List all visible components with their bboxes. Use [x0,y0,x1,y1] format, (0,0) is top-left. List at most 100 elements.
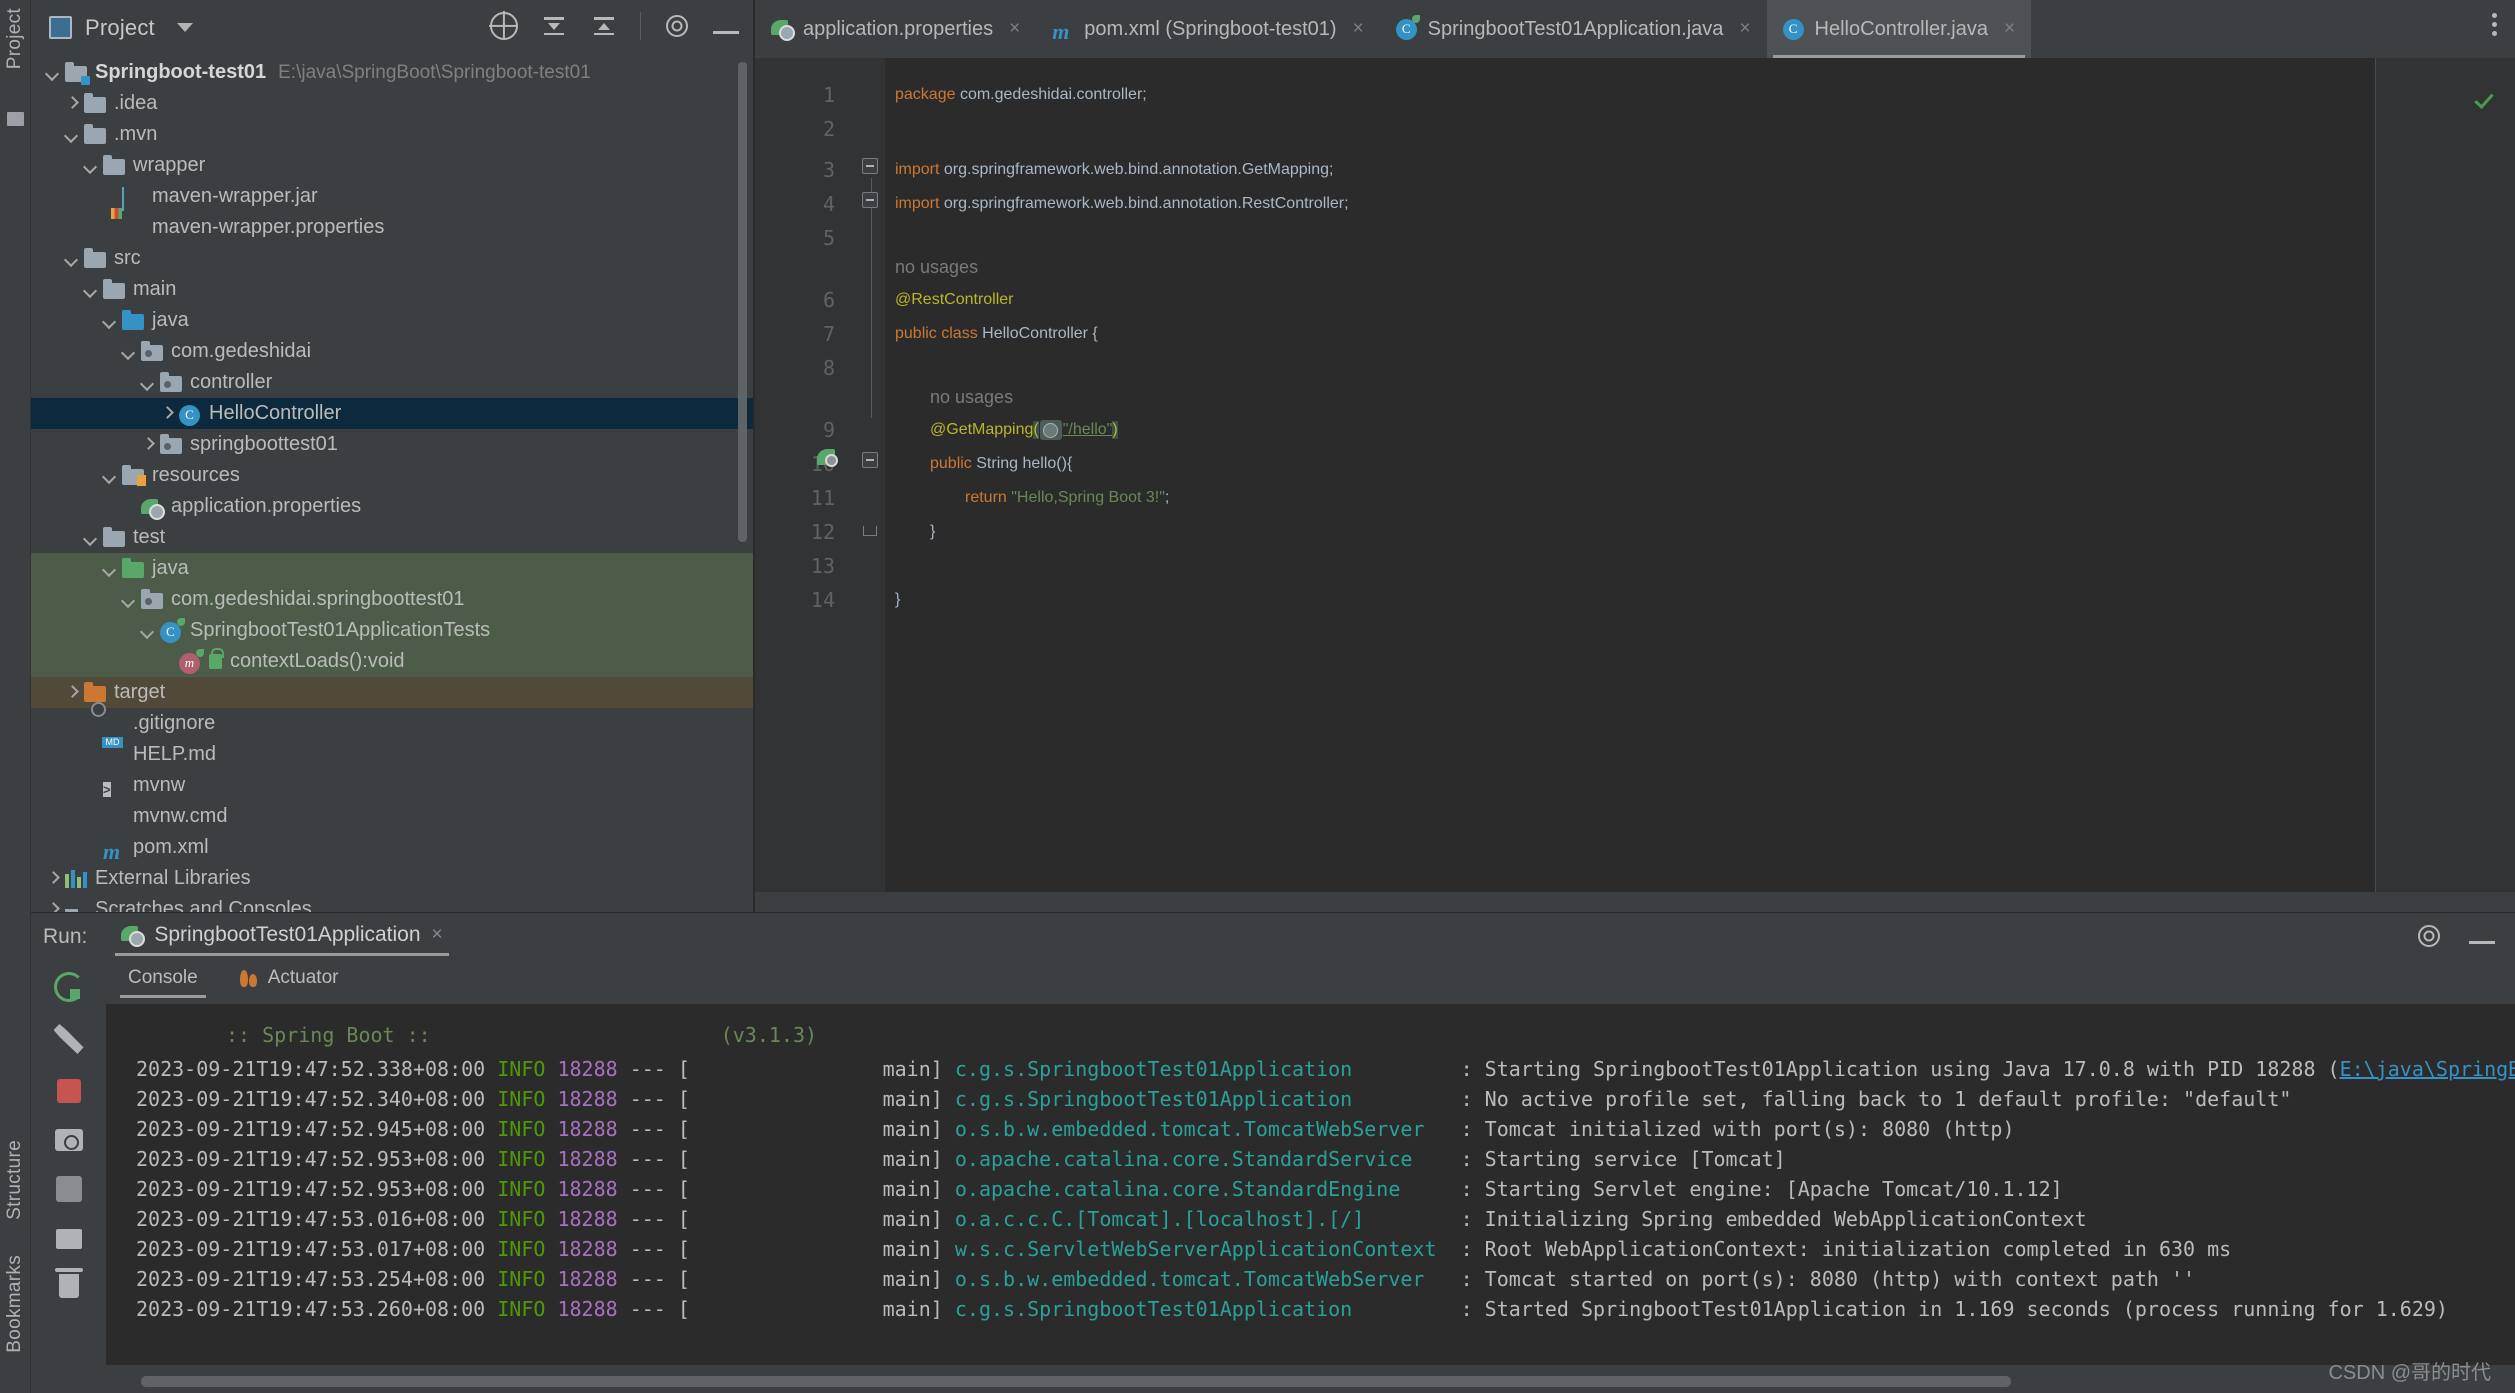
camera-icon[interactable] [54,1129,83,1151]
code-editor[interactable]: 1 2 3 4 5 6 7 8 9 10 11 12 13 14 package… [755,58,2515,892]
chevron-down-icon[interactable] [64,251,80,267]
tree-node-java[interactable]: java [31,305,753,336]
editor-tab-pom-xml-springboot-test01-[interactable]: m pom.xml (Springboot-test01) × [1036,0,1379,58]
chevron-right-icon[interactable] [159,406,175,422]
chevron-right-icon[interactable] [64,96,80,112]
tree-node-mvnw-cmd[interactable]: mvnw.cmd [31,801,753,832]
project-rail-icon[interactable] [7,112,24,126]
tree-node-external-libraries[interactable]: External Libraries [31,863,753,894]
log-link[interactable]: E:\java\SpringBoot\Sp [2340,1057,2515,1081]
tree-node--gitignore[interactable]: .gitignore [31,708,753,739]
tree-node-hellocontroller[interactable]: C HelloController [31,398,753,429]
tree-node-application-properties[interactable]: application.properties [31,491,753,522]
console-log-line: 2023-09-21T19:47:53.016+08:00 INFO 18288… [136,1207,2087,1231]
fold-marker-icon[interactable] [862,158,878,174]
chevron-down-icon[interactable] [83,158,99,174]
gear-icon[interactable] [666,15,688,37]
chevron-down-icon[interactable] [64,127,80,143]
tree-node-target[interactable]: target [31,677,753,708]
rail-bookmarks-label[interactable]: Bookmarks [4,1255,26,1353]
web-endpoint-icon[interactable] [1039,420,1062,440]
tree-node-help-md[interactable]: HELP.md [31,739,753,770]
editor-options-icon[interactable] [2492,13,2497,36]
close-icon[interactable]: × [432,924,443,946]
tree-node--idea[interactable]: .idea [31,88,753,119]
log-message: : Root WebApplicationContext: initializa… [1460,1237,2232,1261]
chevron-right-icon[interactable] [64,685,80,701]
chevron-down-icon[interactable] [140,375,156,391]
tree-node-controller[interactable]: controller [31,367,753,398]
hide-panel-icon[interactable] [713,31,739,34]
tree-node-maven-wrapper-properties[interactable]: maven-wrapper.properties [31,212,753,243]
run-subtab-actuator[interactable]: Actuator [232,967,347,998]
expand-all-icon[interactable] [540,12,568,40]
log-level: INFO [497,1267,546,1291]
chevron-down-icon[interactable] [45,65,61,81]
tree-node-springboot-test01[interactable]: Springboot-test01 E:\java\SpringBoot\Spri… [31,57,753,88]
run-subtab-console[interactable]: Console [120,967,206,998]
trash-icon[interactable] [54,1268,83,1298]
close-tab-icon[interactable]: × [1009,18,1020,40]
editor-tab-springboottest01application-java[interactable]: C SpringbootTest01Application.java × [1380,0,1767,58]
close-tab-icon[interactable]: × [1353,18,1364,40]
chevron-down-icon[interactable] [102,313,118,329]
chevron-down-icon[interactable] [83,530,99,546]
chevron-down-icon[interactable] [121,344,137,360]
tree-node-contextloads-void[interactable]: m contextLoads():void [31,646,753,677]
tree-node-resources[interactable]: resources [31,460,753,491]
tree-node-com-gedeshidai[interactable]: com.gedeshidai [31,336,753,367]
rail-project-label[interactable]: Project [4,8,26,69]
tree-node-src[interactable]: src [31,243,753,274]
fold-marker-icon[interactable] [862,192,878,208]
chevron-down-icon[interactable] [102,468,118,484]
editor-tab-application-properties[interactable]: application.properties × [755,0,1036,58]
hide-panel-icon[interactable] [2469,941,2495,944]
chevron-down-icon[interactable] [102,561,118,577]
rail-structure-label[interactable]: Structure [4,1140,26,1220]
code-folding-rail[interactable] [855,58,885,892]
editor-tab-bar[interactable]: application.properties × m pom.xml (Springb… [755,0,2515,58]
tree-node-maven-wrapper-jar[interactable]: maven-wrapper.jar [31,181,753,212]
chevron-right-icon[interactable] [45,871,61,887]
locate-icon[interactable] [490,12,518,40]
chevron-down-icon[interactable] [83,282,99,298]
tree-node-springboottest01[interactable]: springboottest01 [31,429,753,460]
tree-node-springboottest01applicationtests[interactable]: C SpringbootTest01ApplicationTests [31,615,753,646]
project-scrollbar[interactable] [738,62,747,542]
gear-icon[interactable] [2418,925,2440,947]
tree-node-wrapper[interactable]: wrapper [31,150,753,181]
tree-node-java[interactable]: java [31,553,753,584]
spring-endpoint-gutter-icon[interactable] [817,448,841,470]
chevron-right-icon[interactable] [140,437,156,453]
print-icon[interactable] [55,1229,82,1249]
tree-node--mvn[interactable]: .mvn [31,119,753,150]
close-tab-icon[interactable]: × [1739,18,1750,40]
rerun-icon[interactable] [53,972,84,1002]
tree-node-pom-xml[interactable]: m pom.xml [31,832,753,864]
scroll-to-end-icon[interactable] [55,1176,82,1202]
project-tree[interactable]: Springboot-test01 E:\java\SpringBoot\Spri… [31,55,753,925]
tree-node-mvnw[interactable]: > mvnw [31,770,753,801]
collapse-all-icon[interactable] [590,12,618,40]
run-configuration-tab[interactable]: SpringbootTest01Application × [107,918,456,956]
close-tab-icon[interactable]: × [2004,18,2015,40]
chevron-down-icon[interactable] [176,23,193,32]
editor-tab-hellocontroller-java[interactable]: C HelloController.java × [1766,0,2032,58]
stop-icon[interactable] [56,1079,81,1103]
console-output[interactable]: :: Spring Boot :: (v3.1.3) 2023-09-21T19:… [106,1004,2515,1365]
tree-node-label: test [133,526,166,548]
tree-node-com-gedeshidai-springboottest01[interactable]: com.gedeshidai.springboottest01 [31,584,753,615]
tree-node-main[interactable]: main [31,274,753,305]
console-log-line: 2023-09-21T19:47:53.260+08:00 INFO 18288… [136,1297,2448,1321]
wrench-icon[interactable] [53,1024,84,1054]
open-paren: ( [1033,421,1039,439]
mapping-path-literal[interactable]: "/hello" [1063,421,1113,439]
tree-node-test[interactable]: test [31,522,753,553]
run-subtabs[interactable]: Console Actuator [106,960,346,1004]
console-horizontal-scrollbar[interactable] [141,1376,2011,1387]
fold-end-marker-icon[interactable] [863,526,877,536]
chevron-down-icon[interactable] [121,592,137,608]
fold-marker-icon[interactable] [862,452,878,468]
chevron-down-icon[interactable] [140,623,156,639]
editor-minimap-strip[interactable] [2375,58,2515,892]
